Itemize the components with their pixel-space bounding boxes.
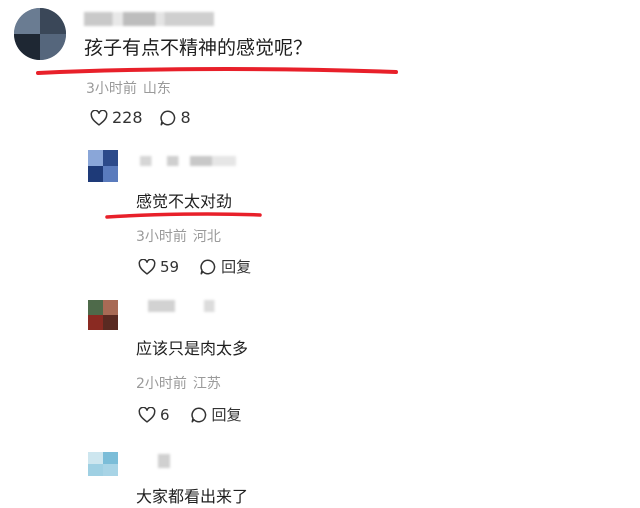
comment-actions: 6 回复 bbox=[138, 404, 242, 425]
like-count: 59 bbox=[160, 257, 180, 276]
heart-icon bbox=[138, 406, 156, 423]
avatar-pixel bbox=[14, 8, 40, 34]
annotation-underline bbox=[105, 212, 262, 219]
like-button[interactable]: 59 bbox=[138, 258, 179, 276]
timestamp: 2小时前 bbox=[136, 376, 187, 392]
heart-icon bbox=[90, 109, 108, 126]
avatar-pixel bbox=[14, 34, 40, 60]
location: 山东 bbox=[142, 81, 171, 97]
comment-text: 应该只是肉太多 bbox=[136, 339, 249, 358]
comment-bubble-icon bbox=[200, 258, 216, 274]
like-button[interactable]: 6 bbox=[138, 406, 170, 424]
comment-thread: 孩子有点不精神的感觉呢？ 3小时前 山东 228 8 感觉不太对劲 3小时前 河北 bbox=[0, 0, 640, 508]
comment-meta: 3小时前 山东 bbox=[86, 78, 171, 98]
username-blurred[interactable] bbox=[140, 156, 236, 166]
reply-label: 回复 bbox=[221, 258, 252, 276]
avatar-pixel bbox=[40, 8, 66, 34]
comment-actions: 228 8 bbox=[90, 108, 191, 127]
avatar-pixel bbox=[103, 166, 118, 182]
username-blurred[interactable] bbox=[148, 300, 238, 312]
like-count: 6 bbox=[160, 405, 170, 424]
avatar-pixel bbox=[88, 452, 103, 464]
avatar-pixel bbox=[88, 150, 103, 166]
like-button[interactable]: 228 bbox=[90, 108, 143, 127]
timestamp: 3小时前 bbox=[86, 81, 137, 97]
timestamp: 3小时前 bbox=[136, 229, 187, 245]
comment-bubble-icon bbox=[190, 406, 206, 422]
avatar-pixel bbox=[88, 464, 103, 476]
reply-count: 8 bbox=[180, 108, 191, 127]
reply-label: 回复 bbox=[211, 406, 242, 424]
comment-meta: 2小时前 江苏 bbox=[136, 373, 221, 393]
comment-meta: 3小时前 河北 bbox=[136, 226, 221, 246]
heart-icon bbox=[138, 258, 156, 275]
avatar-pixel bbox=[103, 452, 118, 464]
avatar-pixel bbox=[103, 300, 118, 315]
comment-text: 孩子有点不精神的感觉呢？ bbox=[84, 37, 313, 59]
avatar-pixel bbox=[88, 166, 103, 182]
comment-actions: 59 回复 bbox=[138, 256, 251, 277]
username-blurred[interactable] bbox=[84, 12, 214, 26]
avatar-pixel bbox=[103, 150, 118, 166]
location: 江苏 bbox=[192, 376, 221, 392]
username-blurred[interactable] bbox=[158, 454, 170, 468]
avatar[interactable] bbox=[14, 8, 66, 60]
avatar[interactable] bbox=[88, 150, 118, 182]
avatar-pixel bbox=[40, 34, 66, 60]
reply-button[interactable]: 回复 bbox=[199, 256, 251, 277]
avatar-pixel bbox=[103, 315, 118, 330]
like-count: 228 bbox=[112, 108, 143, 127]
avatar[interactable] bbox=[88, 452, 118, 476]
location: 河北 bbox=[192, 229, 221, 245]
avatar-pixel bbox=[88, 300, 103, 315]
reply-button[interactable]: 8 bbox=[159, 108, 191, 127]
comment-text: 大家都看出来了 bbox=[136, 487, 249, 506]
reply-button[interactable]: 回复 bbox=[190, 404, 242, 425]
avatar-pixel bbox=[88, 315, 103, 330]
comment-bubble-icon bbox=[159, 109, 175, 125]
avatar[interactable] bbox=[88, 300, 118, 330]
